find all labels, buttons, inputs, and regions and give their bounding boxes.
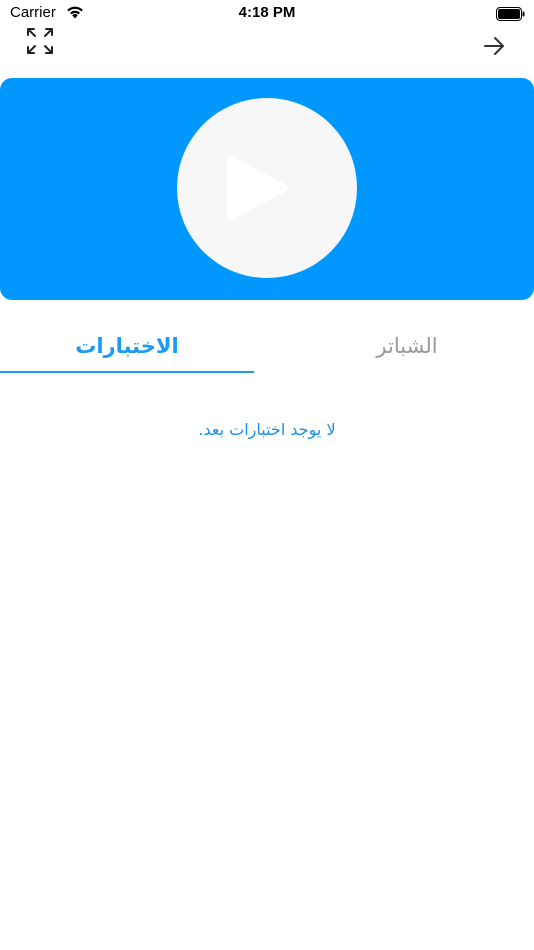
status-time: 4:18 PM xyxy=(238,4,296,21)
battery-icon xyxy=(496,6,525,21)
status-bar: Carrier 4:18 PM xyxy=(0,0,534,28)
empty-state-message: لا يوجد اختبارات بعد. xyxy=(198,420,336,439)
expand-button[interactable] xyxy=(24,26,56,56)
tab-chapters[interactable]: الشباتر xyxy=(280,318,534,374)
play-icon xyxy=(227,156,288,220)
arrow-right-icon xyxy=(484,37,504,55)
tab-tests-label: الاختبارات xyxy=(75,334,179,358)
tab-bar: الاختبارات الشباتر xyxy=(0,318,534,374)
active-tab-indicator xyxy=(0,371,254,373)
play-button[interactable] xyxy=(177,98,357,278)
tab-tests[interactable]: الاختبارات xyxy=(0,318,254,374)
tab-chapters-label: الشباتر xyxy=(376,334,438,358)
expand-arrows-icon xyxy=(27,28,53,54)
back-button[interactable] xyxy=(480,34,508,58)
video-player[interactable] xyxy=(0,78,534,300)
